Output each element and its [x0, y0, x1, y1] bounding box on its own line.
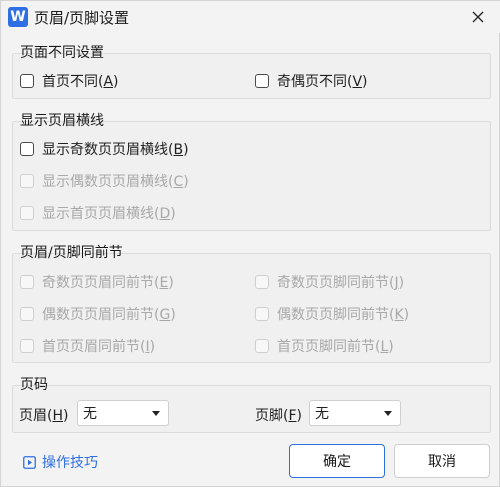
tips-link[interactable]: 操作技巧 — [23, 452, 98, 472]
checkbox-label: 显示奇数页页眉横线( — [42, 142, 174, 158]
even-header-link-checkbox: 偶数页页眉同前节(G) — [20, 304, 176, 324]
odd-even-different-checkbox[interactable]: 奇偶页不同(V) — [255, 71, 368, 91]
mnemonic-suffix: ) — [362, 74, 368, 90]
mnemonic-suffix: ) — [168, 275, 174, 291]
title-bar: W 页眉/页脚设置 — [1, 1, 500, 33]
mnemonic-key: V — [352, 74, 363, 90]
odd-header-line-checkbox[interactable]: 显示奇数页页眉横线(B) — [20, 139, 189, 159]
wps-writer-icon: W — [8, 7, 28, 27]
checkbox-label: 奇数页页眉同前节( — [42, 275, 160, 291]
page-number-group-title: 页码 — [20, 377, 48, 393]
close-button[interactable] — [467, 6, 489, 28]
checkbox-box[interactable] — [255, 74, 269, 88]
cancel-button-label: 取消 — [428, 454, 456, 470]
mnemonic-suffix: ) — [149, 339, 156, 355]
mnemonic-suffix: ) — [183, 174, 189, 190]
first-header-link-checkbox: 首页页眉同前节(I) — [20, 336, 155, 356]
mnemonic-suffix: ) — [398, 275, 405, 291]
dialog-title: 页眉/页脚设置 — [34, 9, 130, 27]
mnemonic-suffix: ) — [170, 307, 176, 323]
footer-page-number-select[interactable]: 无 — [309, 400, 401, 426]
checkbox-box[interactable] — [20, 74, 34, 88]
odd-header-link-checkbox: 奇数页页眉同前节(E) — [20, 272, 174, 292]
checkbox-box — [20, 307, 34, 321]
field-label-text: 页眉( — [19, 408, 53, 424]
different-pages-group-title: 页面不同设置 — [20, 45, 104, 61]
dropdown-caret-icon — [384, 411, 392, 416]
mnemonic-key: A — [103, 74, 114, 90]
checkbox-box — [20, 339, 34, 353]
mnemonic-key: H — [52, 408, 63, 424]
even-header-line-checkbox: 显示偶数页页眉横线(C) — [20, 171, 189, 191]
checkbox-label: 首页页眉同前节( — [42, 339, 146, 355]
checkbox-label: 显示首页页眉横线( — [42, 206, 160, 222]
checkbox-box[interactable] — [20, 142, 34, 156]
odd-footer-link-checkbox: 奇数页页脚同前节(J) — [255, 272, 404, 292]
tips-label: 操作技巧 — [42, 455, 98, 471]
mnemonic-suffix: ) — [296, 408, 302, 424]
mnemonic-suffix: ) — [183, 142, 189, 158]
checkbox-box — [20, 275, 34, 289]
header-page-number-select[interactable]: 无 — [77, 400, 169, 426]
checkbox-label: 首页不同( — [42, 74, 104, 90]
first-page-different-checkbox[interactable]: 首页不同(A) — [20, 71, 119, 91]
checkbox-box — [20, 174, 34, 188]
checkbox-box — [255, 307, 269, 321]
checkbox-box — [20, 206, 34, 220]
mnemonic-suffix: ) — [170, 206, 176, 222]
ok-button-label: 确定 — [323, 454, 351, 470]
mnemonic-key: C — [173, 174, 184, 190]
mnemonic-key: K — [394, 307, 404, 323]
select-value: 无 — [83, 406, 97, 422]
mnemonic-key: B — [173, 142, 184, 158]
footer-page-number-label: 页脚(F) — [255, 405, 302, 425]
play-tutorial-icon — [23, 455, 36, 469]
mnemonic-suffix: ) — [63, 408, 69, 424]
checkbox-box — [255, 275, 269, 289]
checkbox-label: 偶数页页眉同前节( — [42, 307, 160, 323]
mnemonic-key: F — [288, 408, 297, 424]
mnemonic-suffix: ) — [113, 74, 119, 90]
link-previous-group-title: 页眉/页脚同前节 — [20, 245, 123, 261]
header-line-group-title: 显示页眉横线 — [20, 113, 104, 129]
close-icon — [472, 11, 484, 23]
mnemonic-suffix: ) — [388, 339, 394, 355]
select-value: 无 — [315, 406, 329, 422]
mnemonic-suffix: ) — [403, 307, 410, 323]
even-footer-link-checkbox: 偶数页页脚同前节(K) — [255, 304, 409, 324]
mnemonic-key: E — [159, 275, 169, 291]
first-footer-link-checkbox: 首页页脚同前节(L) — [255, 336, 394, 356]
cancel-button[interactable]: 取消 — [394, 444, 490, 478]
mnemonic-key: D — [159, 206, 171, 222]
mnemonic-key: G — [159, 307, 171, 323]
ok-button[interactable]: 确定 — [289, 444, 385, 478]
page-header-footer-dialog: W 页眉/页脚设置 页面不同设置 首页不同(A) 奇偶页不同(V) 显示页眉横线… — [0, 0, 500, 487]
checkbox-label: 偶数页页脚同前节( — [277, 307, 395, 323]
field-label-text: 页脚( — [255, 408, 289, 424]
checkbox-label: 奇偶页不同( — [277, 74, 353, 90]
checkbox-label: 首页页脚同前节( — [277, 339, 381, 355]
checkbox-label: 显示偶数页页眉横线( — [42, 174, 174, 190]
dropdown-caret-icon — [152, 411, 160, 416]
header-page-number-label: 页眉(H) — [19, 405, 68, 425]
first-header-line-checkbox: 显示首页页眉横线(D) — [20, 203, 176, 223]
checkbox-box — [255, 339, 269, 353]
checkbox-label: 奇数页页脚同前节( — [277, 275, 395, 291]
